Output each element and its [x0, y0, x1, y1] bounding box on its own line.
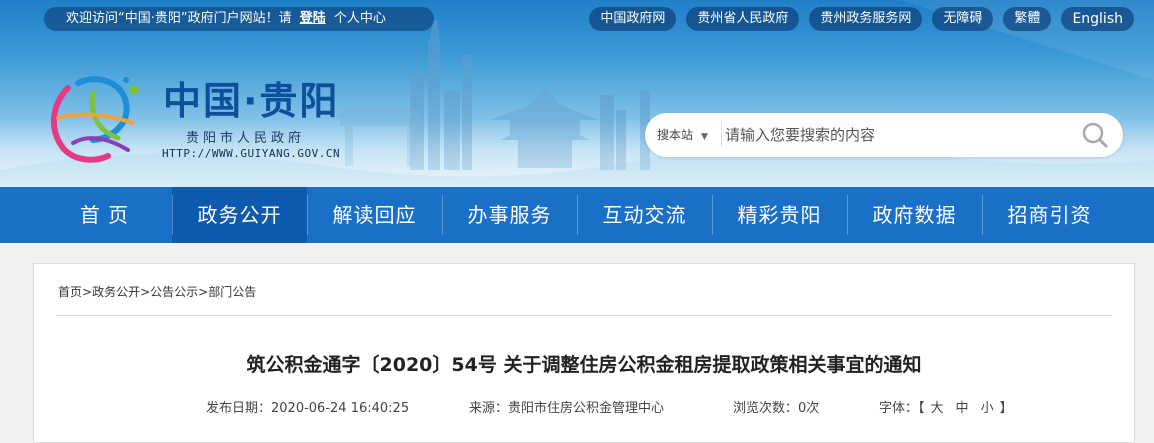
search-scope-label: 搜本站	[657, 128, 694, 142]
article-panel: 首页>政务公开>公告公示>部门公告 筑公积金通字〔2020〕54号 关于调整住房…	[33, 263, 1135, 443]
top-links: 中国政府网 贵州省人民政府 贵州政务服务网 无障碍 繁體 English	[589, 7, 1134, 31]
breadcrumb-separator: >	[198, 285, 209, 299]
publish-date: 发布日期：2020-06-24 16:40:25	[206, 397, 409, 416]
search-scope-select[interactable]: 搜本站 ▼	[657, 113, 708, 157]
search-icon[interactable]	[1081, 121, 1109, 149]
search-box: 搜本站 ▼	[645, 113, 1123, 157]
link-english[interactable]: English	[1061, 7, 1134, 31]
breadcrumb-announcements[interactable]: 公告公示	[150, 285, 198, 299]
breadcrumb: 首页>政务公开>公告公示>部门公告	[58, 283, 256, 300]
font-size-medium[interactable]: 中	[956, 401, 969, 416]
main-nav: 首 页 政务公开 解读回应 办事服务 互动交流 精彩贵阳 政府数据 招商引资	[0, 187, 1154, 243]
search-input[interactable]	[725, 121, 1065, 149]
welcome-bar: 欢迎访问“中国·贵阳”政府门户网站！请 登陆 个人中心	[44, 7, 434, 31]
publish-date-label: 发布日期：	[206, 401, 272, 416]
breadcrumb-gov-affairs[interactable]: 政务公开	[92, 285, 140, 299]
site-url: HTTP://WWW.GUIYANG.GOV.CN	[162, 147, 341, 160]
article-source: 来源：贵阳市住房公积金管理中心	[469, 397, 664, 416]
font-size-small[interactable]: 小	[981, 401, 994, 416]
font-size-bracket-close: 】	[999, 401, 1013, 416]
font-size-control: 字体：【大中小】	[879, 397, 1013, 416]
nav-interpretation[interactable]: 解读回应	[307, 187, 442, 243]
view-count: 浏览次数：0次	[733, 397, 819, 416]
breadcrumb-dept-announcements[interactable]: 部门公告	[208, 285, 256, 299]
site-title: 中国·贵阳	[163, 79, 340, 123]
search-divider	[721, 123, 722, 147]
site-subtitle: 贵阳市人民政府	[186, 131, 306, 146]
link-china-gov[interactable]: 中国政府网	[589, 7, 677, 31]
link-accessibility[interactable]: 无障碍	[932, 7, 994, 31]
nav-wonderful-guiyang[interactable]: 精彩贵阳	[712, 187, 847, 243]
site-header: 欢迎访问“中国·贵阳”政府门户网站！请 登陆 个人中心 中国政府网 贵州省人民政…	[0, 0, 1154, 187]
font-size-label: 字体：	[879, 401, 919, 416]
nav-gov-data[interactable]: 政府数据	[847, 187, 982, 243]
chevron-down-icon: ▼	[701, 132, 708, 142]
views-value: 0次	[798, 401, 820, 416]
nav-investment[interactable]: 招商引资	[982, 187, 1117, 243]
breadcrumb-separator: >	[82, 285, 93, 299]
link-traditional-chinese[interactable]: 繁體	[1003, 7, 1052, 31]
publish-date-value: 2020-06-24 16:40:25	[271, 401, 410, 416]
font-size-bracket-open: 【	[918, 401, 925, 416]
link-guizhou-service[interactable]: 贵州政务服务网	[809, 7, 923, 31]
link-guizhou-gov[interactable]: 贵州省人民政府	[686, 7, 800, 31]
login-link[interactable]: 登陆	[300, 11, 326, 26]
source-label: 来源：	[469, 401, 509, 416]
font-size-large[interactable]: 大	[931, 401, 944, 416]
nav-interaction[interactable]: 互动交流	[577, 187, 712, 243]
breadcrumb-home[interactable]: 首页	[58, 285, 82, 299]
user-center-link[interactable]: 个人中心	[334, 11, 386, 26]
divider	[56, 315, 1112, 316]
nav-home[interactable]: 首 页	[37, 187, 172, 243]
article-title: 筑公积金通字〔2020〕54号 关于调整住房公积金租房提取政策相关事宜的通知	[246, 354, 922, 376]
views-label: 浏览次数：	[733, 401, 799, 416]
source-value: 贵阳市住房公积金管理中心	[508, 401, 665, 416]
nav-gov-affairs[interactable]: 政务公开	[172, 187, 307, 243]
guiyang-logo[interactable]	[38, 68, 150, 168]
nav-services[interactable]: 办事服务	[442, 187, 577, 243]
welcome-text: 欢迎访问“中国·贵阳”政府门户网站！请	[66, 11, 292, 26]
main-nav-items: 首 页 政务公开 解读回应 办事服务 互动交流 精彩贵阳 政府数据 招商引资	[37, 187, 1117, 243]
breadcrumb-separator: >	[140, 285, 151, 299]
